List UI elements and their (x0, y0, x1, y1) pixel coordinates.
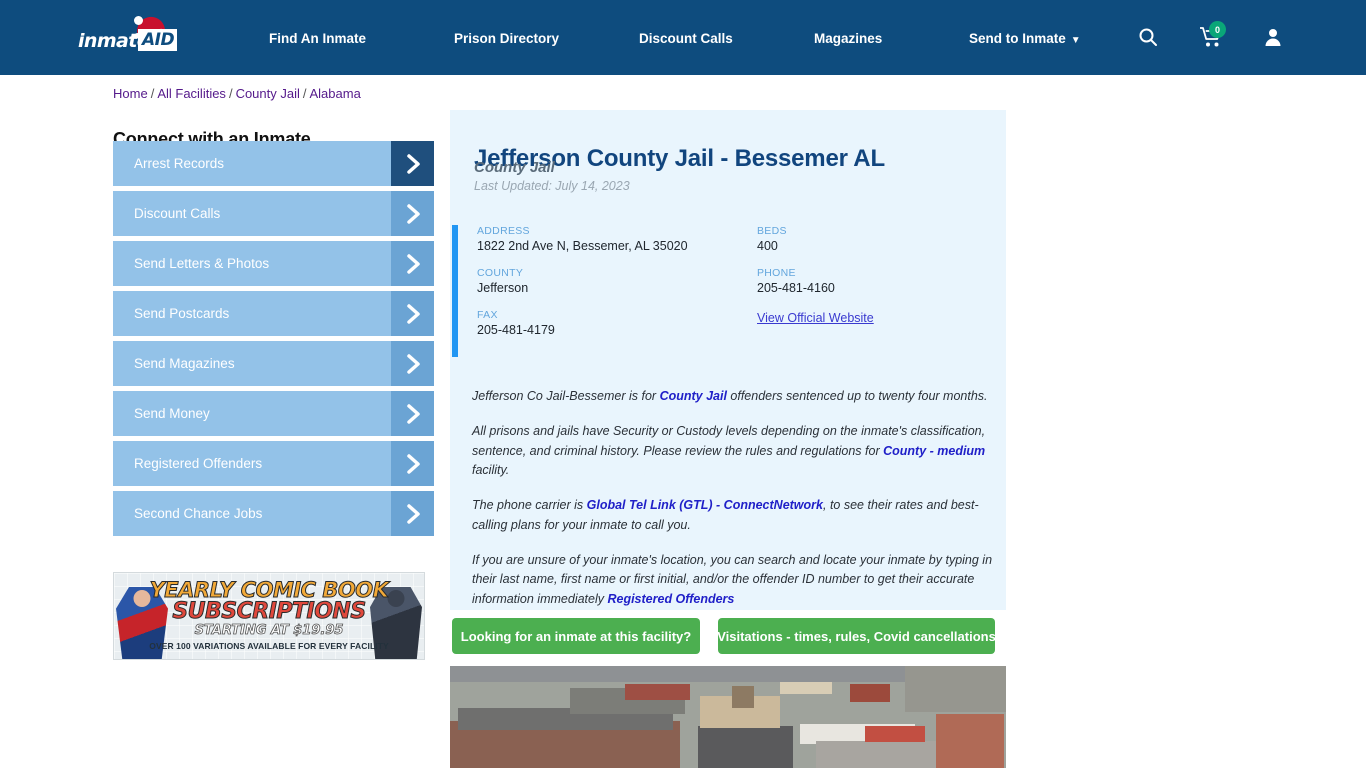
nav-send-to-inmate-label: Send to Inmate (969, 31, 1066, 46)
sidebar-menu: Arrest Records Discount Calls Send Lette… (113, 141, 434, 541)
last-updated-text: Last Updated: July 14, 2023 (474, 179, 630, 193)
search-icon[interactable] (1138, 27, 1158, 52)
official-website-link[interactable]: View Official Website (757, 311, 874, 325)
fax-value: 205-481-4179 (477, 323, 555, 337)
description-paragraph-2: All prisons and jails have Security or C… (472, 422, 996, 481)
chevron-right-icon (391, 441, 434, 486)
beds-value: 400 (757, 239, 778, 253)
comic-book-subscription-ad[interactable]: YEARLY COMIC BOOK SUBSCRIPTIONS STARTING… (113, 572, 425, 660)
nav-find-an-inmate[interactable]: Find An Inmate (269, 31, 366, 46)
chevron-down-icon: ▼ (1070, 35, 1081, 46)
aerial-parking-lot (905, 666, 1006, 712)
site-header: inmate AID Find An Inmate Prison Directo… (0, 0, 1366, 75)
breadcrumb-separator: / (150, 86, 155, 101)
facility-details-column-left: ADDRESS 1822 2nd Ave N, Bessemer, AL 350… (477, 225, 767, 351)
facility-description: Jefferson Co Jail-Bessemer is for County… (472, 387, 996, 625)
superman-head-icon (133, 590, 151, 607)
aerial-building (698, 726, 793, 768)
facility-details-block: ADDRESS 1822 2nd Ave N, Bessemer, AL 350… (452, 225, 1004, 357)
facility-type: County Jail (474, 159, 555, 176)
sidebar-item-label: Registered Offenders (134, 456, 263, 471)
breadcrumb-item-all-facilities[interactable]: All Facilities (157, 86, 226, 101)
chevron-right-icon (391, 341, 434, 386)
nav-magazines[interactable]: Magazines (814, 31, 882, 46)
site-logo[interactable]: inmate AID (78, 14, 190, 55)
nav-send-to-inmate[interactable]: Send to Inmate ▼ (969, 31, 1081, 46)
p1-text-a: Jefferson Co Jail-Bessemer is for (472, 389, 660, 403)
chevron-right-icon (391, 491, 434, 536)
sidebar-item-registered-offenders[interactable]: Registered Offenders (113, 441, 434, 486)
chevron-right-icon (391, 191, 434, 236)
aerial-building (850, 684, 890, 702)
aerial-building (732, 686, 754, 708)
description-paragraph-3: The phone carrier is Global Tel Link (GT… (472, 496, 996, 536)
sidebar-item-discount-calls[interactable]: Discount Calls (113, 191, 434, 236)
link-county-jail[interactable]: County Jail (660, 389, 727, 403)
cart-count-badge: 0 (1209, 21, 1226, 38)
chevron-right-icon (391, 141, 434, 186)
sidebar-item-send-magazines[interactable]: Send Magazines (113, 341, 434, 386)
chevron-right-icon (391, 291, 434, 336)
address-value: 1822 2nd Ave N, Bessemer, AL 35020 (477, 239, 688, 253)
sidebar-item-label: Discount Calls (134, 206, 221, 221)
beds-label: BEDS (757, 225, 787, 237)
p3-text-a: The phone carrier is (472, 498, 587, 512)
description-paragraph-4: If you are unsure of your inmate's locat… (472, 551, 996, 610)
sidebar-item-send-letters-photos[interactable]: Send Letters & Photos (113, 241, 434, 286)
logo-text-aid: AID (138, 29, 178, 51)
p1-text-b: offenders sentenced up to twenty four mo… (726, 389, 988, 403)
aerial-building (625, 684, 690, 700)
county-label: COUNTY (477, 267, 524, 279)
phone-label: PHONE (757, 267, 796, 279)
find-inmate-button[interactable]: Looking for an inmate at this facility? (452, 618, 700, 654)
link-phone-carrier[interactable]: Global Tel Link (GTL) - ConnectNetwork (587, 498, 823, 512)
sidebar-item-second-chance-jobs[interactable]: Second Chance Jobs (113, 491, 434, 536)
breadcrumb: Home / All Facilities / County Jail / Alabama (113, 86, 361, 101)
ad-subtext: OVER 100 VARIATIONS AVAILABLE FOR EVERY … (149, 641, 389, 651)
visitations-button[interactable]: Visitations - times, rules, Covid cancel… (717, 618, 996, 654)
santa-hat-pompom-icon (134, 16, 143, 25)
ad-price-text: STARTING AT $19.95 (194, 623, 344, 639)
aerial-building (936, 714, 1004, 768)
aerial-building (865, 726, 925, 742)
batman-head-icon (387, 590, 405, 607)
description-paragraph-1: Jefferson Co Jail-Bessemer is for County… (472, 387, 996, 407)
county-value: Jefferson (477, 281, 529, 295)
sidebar-item-label: Send Money (134, 406, 210, 421)
sidebar-item-label: Arrest Records (134, 156, 225, 171)
phone-value: 205-481-4160 (757, 281, 835, 295)
p2-text-b: facility. (472, 463, 510, 478)
sidebar-item-label: Send Letters & Photos (134, 256, 270, 271)
breadcrumb-item-county-jail[interactable]: County Jail (236, 86, 300, 101)
breadcrumb-separator: / (302, 86, 307, 101)
nav-prison-directory[interactable]: Prison Directory (454, 31, 559, 46)
facility-info-card: Jefferson County Jail - Bessemer AL Coun… (450, 110, 1006, 610)
facility-aerial-photo (450, 666, 1006, 768)
ad-headline-2: SUBSCRIPTIONS (172, 599, 367, 625)
chevron-right-icon (391, 241, 434, 286)
sidebar-item-label: Send Postcards (134, 306, 230, 321)
sidebar-item-send-postcards[interactable]: Send Postcards (113, 291, 434, 336)
link-county-medium[interactable]: County - medium (883, 444, 985, 458)
breadcrumb-item-home[interactable]: Home (113, 86, 148, 101)
user-account-icon[interactable] (1263, 27, 1283, 52)
aerial-building (816, 741, 946, 768)
sidebar-item-label: Send Magazines (134, 356, 235, 371)
accent-bar (452, 225, 458, 357)
address-label: ADDRESS (477, 225, 530, 237)
sidebar-item-label: Second Chance Jobs (134, 506, 263, 521)
fax-label: FAX (477, 309, 498, 321)
link-registered-offenders[interactable]: Registered Offenders (607, 592, 734, 606)
breadcrumb-item-alabama[interactable]: Alabama (310, 86, 361, 101)
nav-discount-calls[interactable]: Discount Calls (639, 31, 733, 46)
facility-details-column-right: BEDS 400 PHONE 205-481-4160 View Officia… (757, 225, 1007, 339)
sidebar-item-arrest-records[interactable]: Arrest Records (113, 141, 434, 186)
chevron-right-icon (391, 391, 434, 436)
breadcrumb-separator: / (228, 86, 233, 101)
sidebar-item-send-money[interactable]: Send Money (113, 391, 434, 436)
